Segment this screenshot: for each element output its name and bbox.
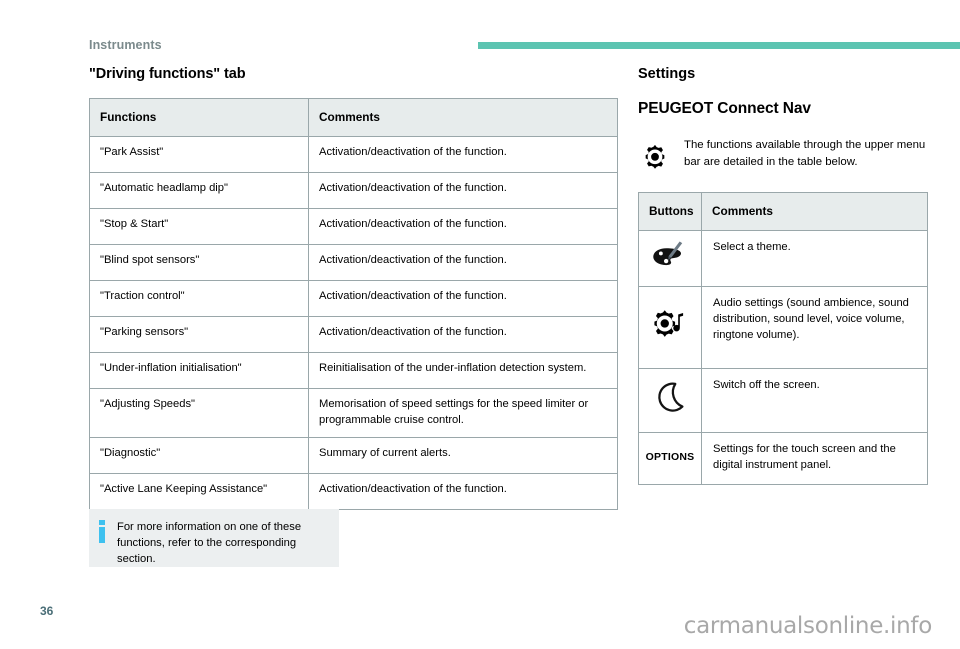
options-text-button[interactable]: OPTIONS [638,431,702,485]
table-row: "Diagnostic" Summary of current alerts. [89,436,618,474]
function-name: "Under-inflation initialisation" [89,351,309,389]
table-row: "Blind spot sensors" Activation/deactiva… [89,243,618,281]
table-header-row: Functions Comments [89,98,618,137]
breadcrumb: Instruments [89,38,162,52]
function-name: "Stop & Start" [89,207,309,245]
function-name: "Active Lane Keeping Assistance" [89,472,309,510]
page-number: 36 [40,604,54,618]
gear-note-text: The functions available through the uppe… [684,139,926,168]
watermark: carmanualsonline.info [683,613,933,639]
info-text: For more information on one of these fun… [117,521,302,566]
column-header-comments: Comments [701,192,928,231]
info-icon [99,519,115,555]
table-row: "Parking sensors" Activation/deactivatio… [89,315,618,353]
header-accent-rule [478,42,960,49]
table-row: "Park Assist" Activation/deactivation of… [89,135,618,173]
audio-settings-icon[interactable] [638,285,702,369]
table-row: "Active Lane Keeping Assistance" Activat… [89,472,618,510]
right-column: Settings PEUGEOT Connect Nav The functio… [638,66,928,485]
driving-functions-table: Functions Comments "Park Assist" Activat… [89,98,618,510]
function-name: "Blind spot sensors" [89,243,309,281]
column-header-comments: Comments [308,98,618,137]
table-header-row: Buttons Comments [638,192,928,231]
left-column: "Driving functions" tab Functions Commen… [89,66,618,510]
button-comment: Select a theme. [701,229,928,287]
table-row: "Traction control" Activation/deactivati… [89,279,618,317]
function-comment: Activation/deactivation of the function. [308,135,618,173]
palette-icon[interactable] [638,229,702,287]
function-name: "Traction control" [89,279,309,317]
peugeot-connect-nav-heading: PEUGEOT Connect Nav [638,100,811,117]
button-comment: Settings for the touch screen and the di… [701,431,928,485]
function-comment: Activation/deactivation of the function. [308,207,618,245]
moon-icon[interactable] [638,367,702,433]
function-comment: Activation/deactivation of the function. [308,472,618,510]
function-name: "Automatic headlamp dip" [89,171,309,209]
function-name: "Adjusting Speeds" [89,387,309,438]
function-comment: Activation/deactivation of the function. [308,315,618,353]
column-header-functions: Functions [89,98,309,137]
table-body: Select a theme. Audio settings (sound am… [638,229,928,485]
settings-heading: Settings [638,66,696,82]
table-row: Audio settings (sound ambience, sound di… [638,285,928,369]
gear-icon [638,136,672,169]
table-body: "Park Assist" Activation/deactivation of… [89,135,618,510]
gear-note: The functions available through the uppe… [638,136,928,170]
function-name: "Parking sensors" [89,315,309,353]
table-row: "Under-inflation initialisation" Reiniti… [89,351,618,389]
function-comment: Reinitialisation of the under-inflation … [308,351,618,389]
button-comment: Switch off the screen. [701,367,928,433]
function-name: "Diagnostic" [89,436,309,474]
button-comment: Audio settings (sound ambience, sound di… [701,285,928,369]
function-comment: Activation/deactivation of the function. [308,171,618,209]
table-row: Select a theme. [638,229,928,287]
table-row: "Automatic headlamp dip" Activation/deac… [89,171,618,209]
options-label: OPTIONS [645,451,695,464]
table-row: Switch off the screen. [638,367,928,433]
function-comment: Memorisation of speed settings for the s… [308,387,618,438]
function-comment: Activation/deactivation of the function. [308,279,618,317]
column-header-buttons: Buttons [638,192,702,231]
table-row: "Stop & Start" Activation/deactivation o… [89,207,618,245]
function-name: "Park Assist" [89,135,309,173]
function-comment: Activation/deactivation of the function. [308,243,618,281]
connect-nav-buttons-table: Buttons Comments Select a theme. Audio s… [638,192,928,485]
info-callout-box: For more information on one of these fun… [89,509,339,567]
table-row: OPTIONS Settings for the touch screen an… [638,431,928,485]
function-comment: Summary of current alerts. [308,436,618,474]
page-title: "Driving functions" tab [89,66,246,82]
table-row: "Adjusting Speeds" Memorisation of speed… [89,387,618,438]
